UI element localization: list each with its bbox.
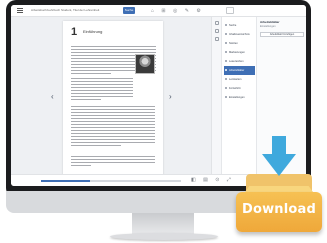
text-line xyxy=(71,124,155,125)
text-line xyxy=(71,118,155,119)
panel-subtitle: Einstellungen xyxy=(260,25,276,28)
arrow-stem xyxy=(272,136,286,156)
chapter-title: Einführung xyxy=(83,29,103,34)
document-title: Arbeitsbuch/Lehrbuch Student, Titel der … xyxy=(31,8,100,12)
sidebar-item[interactable]: Inhaltsverzeichnis xyxy=(224,30,255,39)
sidebar-rail xyxy=(212,17,222,174)
text-line xyxy=(71,162,155,163)
sidebar-item[interactable]: Notizen xyxy=(224,39,255,48)
text-line xyxy=(71,46,156,47)
sidebar-item[interactable]: Suche xyxy=(224,21,255,30)
menu-icon-line xyxy=(17,12,23,13)
toolbar-icons[interactable]: ⌂ ⊞ ◎ ✎ ⚙ xyxy=(151,8,204,14)
text-line xyxy=(71,133,155,134)
rail-icon[interactable] xyxy=(215,21,219,25)
arrow-head xyxy=(262,154,296,176)
chapter-number: 1 xyxy=(71,26,78,38)
monitor-foot xyxy=(110,233,218,240)
monitor-stand xyxy=(132,213,194,235)
text-line xyxy=(71,93,133,94)
text-line xyxy=(71,99,101,100)
download-label: Download xyxy=(241,202,317,217)
text-line xyxy=(71,115,155,116)
text-line xyxy=(71,121,155,122)
text-line xyxy=(71,73,111,74)
reading-progress-fill xyxy=(41,180,90,182)
text-line xyxy=(71,112,155,113)
text-line xyxy=(71,139,155,140)
author-photo xyxy=(135,54,155,74)
text-line xyxy=(71,96,133,97)
text-line xyxy=(71,165,91,166)
text-line xyxy=(71,156,155,157)
text-line xyxy=(71,142,155,143)
toolbar-control[interactable] xyxy=(226,7,234,14)
sidebar-item[interactable]: Fortschritt xyxy=(224,84,255,93)
text-line xyxy=(71,109,155,110)
text-line xyxy=(71,106,155,107)
add-worksheet-button[interactable]: Arbeitsblatt hinzufügen xyxy=(260,32,304,37)
sidebar-menu: Suche Inhaltsverzeichnis Notizen Markier… xyxy=(224,21,255,102)
text-line xyxy=(71,136,155,137)
sidebar-item[interactable]: Markierungen xyxy=(224,48,255,57)
text-line xyxy=(71,159,155,160)
download-arrow-icon xyxy=(262,136,296,180)
sidebar-item[interactable]: Lesezeichen xyxy=(224,57,255,66)
next-page-button[interactable]: › xyxy=(169,92,177,102)
text-line xyxy=(71,130,155,131)
document-viewer: ‹ 1 Einführung › xyxy=(11,17,211,179)
bottom-icons[interactable]: ◧ ▤ ⊙ ⤢ xyxy=(191,177,234,183)
search-button[interactable]: Suche xyxy=(123,7,135,14)
book-page: 1 Einführung xyxy=(63,21,163,179)
reading-progress-bar[interactable] xyxy=(41,180,181,182)
text-line xyxy=(71,78,133,79)
sidebar-item-active[interactable]: Arbeitsblätter xyxy=(224,66,255,75)
rail-icon[interactable] xyxy=(215,29,219,33)
text-line xyxy=(71,81,133,82)
text-line xyxy=(71,49,156,50)
text-line xyxy=(71,87,133,88)
panel-title: Arbeitsblätter xyxy=(260,20,280,24)
menu-icon[interactable] xyxy=(17,8,23,9)
top-toolbar: Arbeitsbuch/Lehrbuch Student, Titel der … xyxy=(11,5,306,17)
menu-icon-line xyxy=(17,10,23,11)
download-box-graphic[interactable]: Download xyxy=(236,136,322,232)
prev-page-button[interactable]: ‹ xyxy=(51,92,59,102)
text-line xyxy=(71,90,133,91)
text-line xyxy=(71,52,156,53)
text-line xyxy=(71,84,133,85)
text-line xyxy=(71,127,155,128)
text-line xyxy=(71,145,121,146)
rail-icon[interactable] xyxy=(215,37,219,41)
sidebar-item[interactable]: Lernkarten xyxy=(224,75,255,84)
sidebar-item[interactable]: Einstellungen xyxy=(224,93,255,102)
